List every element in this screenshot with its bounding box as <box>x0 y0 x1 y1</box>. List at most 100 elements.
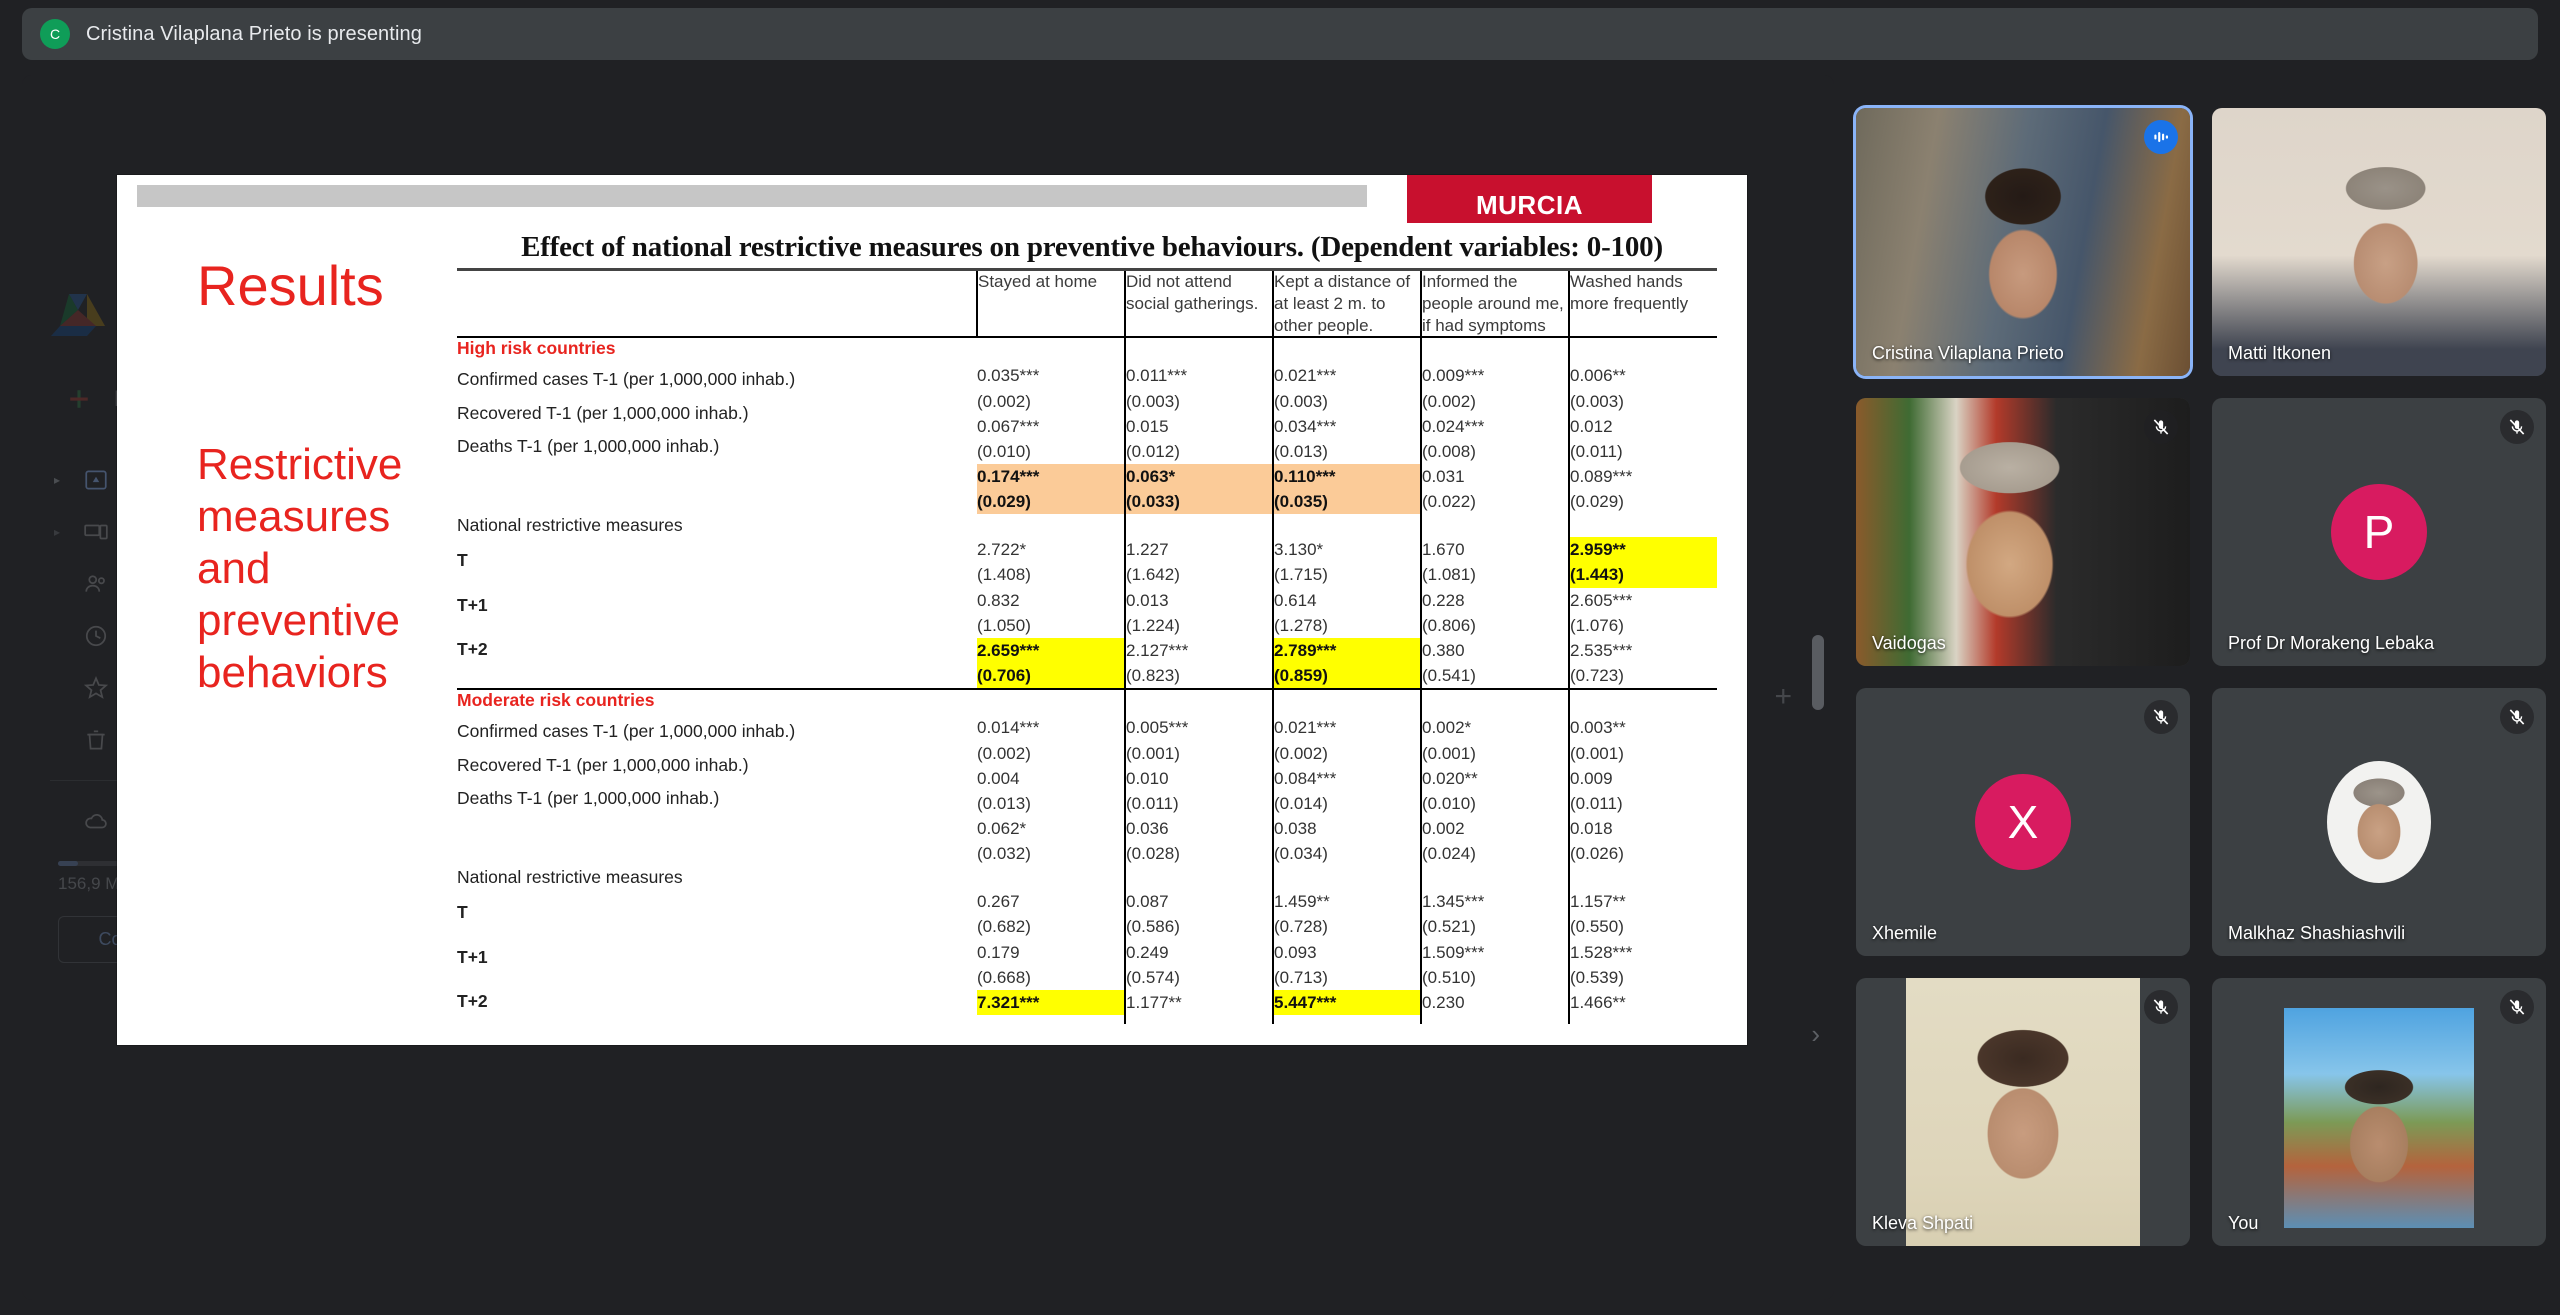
stat-standard-error: (0.003) <box>1126 391 1180 411</box>
chevron-right-icon[interactable]: ▸ <box>54 525 64 539</box>
stat-standard-error: (0.706) <box>977 663 1124 689</box>
stat-value-column: 0.014*** (0.002) 0.004 (0.013) 0.062* (0.032) <box>977 715 1125 866</box>
stat-standard-error: (0.034) <box>1274 844 1328 864</box>
stat-standard-error: (0.001) <box>1126 743 1180 763</box>
stat-standard-error: (0.586) <box>1126 917 1180 937</box>
slide-left-column: Results Restrictive measures and prevent… <box>197 253 437 699</box>
stat-standard-error: (0.806) <box>1422 615 1476 635</box>
participant-tile[interactable]: Kleva Shpati <box>1856 978 2190 1246</box>
stat-coefficient: 7.321*** <box>977 989 1124 1016</box>
column-header-0: Stayed at home <box>976 268 1125 339</box>
stat-row-labels: Confirmed cases T-1 (per 1,000,000 inhab… <box>457 363 977 514</box>
participant-tile[interactable]: X Xhemile <box>1856 688 2190 956</box>
participant-grid: Cristina Vilaplana Prieto Matti Itkonen Va… <box>1856 108 2546 1268</box>
stat-coefficient: 0.832 <box>977 590 1020 610</box>
plus-icon <box>70 390 88 408</box>
stat-measure-column: 1.227 (1.642) 0.013 (1.224) 2.127*** (0.823) <box>1124 514 1273 691</box>
stat-measures-row: National restrictive measures T T+1 T+2 0.2… <box>457 866 1717 1024</box>
stat-measure-column: 1.345*** (0.521) 1.509*** (0.510) 0.230 <box>1420 866 1569 1024</box>
stat-standard-error: (0.521) <box>1422 917 1476 937</box>
participant-tile[interactable]: P Prof Dr Morakeng Lebaka <box>2212 398 2546 666</box>
stat-coefficient: 0.249 <box>1126 942 1169 962</box>
stat-measures-labels: National restrictive measures T T+1 T+2 <box>457 866 977 1024</box>
stat-row-label: Deaths T-1 (per 1,000,000 inhab.) <box>457 787 720 808</box>
stat-measures-heading: National restrictive measures <box>457 867 683 888</box>
stat-coefficient: 0.013 <box>1126 590 1169 610</box>
stat-standard-error: (0.550) <box>1570 917 1624 937</box>
participant-tile[interactable]: Vaidogas <box>1856 398 2190 666</box>
participant-row: Vaidogas P Prof Dr Morakeng Lebaka <box>1856 398 2546 666</box>
participant-video <box>1906 978 2140 1246</box>
chevron-right-icon[interactable]: ▸ <box>54 473 64 487</box>
stat-group-spacer <box>1124 689 1273 716</box>
stat-row-label: Recovered T-1 (per 1,000,000 inhab.) <box>457 754 749 775</box>
stat-measure-spacer <box>1126 514 1272 537</box>
stat-table-header-row: Stayed at home Did not attend social gat… <box>457 268 1717 339</box>
stat-coefficient: 0.174*** <box>977 464 1124 490</box>
stat-coefficient: 2.959** <box>1570 537 1717 563</box>
participant-name: Malkhaz Shashiashvili <box>2228 923 2406 943</box>
stat-standard-error: (0.728) <box>1274 917 1328 937</box>
participant-tile[interactable]: Cristina Vilaplana Prieto <box>1856 108 2190 376</box>
stat-coefficient: 0.021*** <box>1274 718 1337 738</box>
participant-tile[interactable]: Matti Itkonen <box>2212 108 2546 376</box>
stat-coefficient: 2.659*** <box>977 637 1124 664</box>
stat-value-column: 0.009*** (0.002) 0.024*** (0.008) 0.031 (0.02… <box>1420 363 1569 515</box>
stat-coefficient: 0.020** <box>1422 768 1478 788</box>
stat-coefficient: 0.062* <box>977 819 1027 838</box>
presenting-label: Cristina Vilaplana Prieto is presenting <box>86 22 422 45</box>
stat-measure-spacer <box>977 514 1124 537</box>
stat-coefficient: 2.127*** <box>1126 640 1189 660</box>
stat-standard-error: (0.723) <box>1570 666 1624 686</box>
stat-group-label: High risk countries <box>457 338 616 359</box>
shared-people-icon <box>82 570 110 598</box>
stat-coefficient: 0.035*** <box>977 366 1040 386</box>
shared-screen-stage[interactable]: Drive Buscar en Drive ? C <box>22 75 1834 1300</box>
stat-coefficient: 0.015 <box>1126 416 1169 436</box>
slide-results-heading: Results <box>197 254 384 317</box>
stat-standard-error: (0.022) <box>1422 492 1476 512</box>
stat-coefficient: 0.009 <box>1570 768 1613 788</box>
stat-standard-error: (0.002) <box>977 391 1031 411</box>
stat-coefficient: 3.130* <box>1274 540 1324 560</box>
next-slide-arrow-icon[interactable]: › <box>1811 1019 1820 1050</box>
stat-group-row: Moderate risk countries <box>457 689 1717 716</box>
stat-standard-error: (0.823) <box>1126 666 1180 686</box>
stat-standard-error: (0.013) <box>1274 441 1328 461</box>
slide-canvas: Results Restrictive measures and prevent… <box>117 223 1747 1045</box>
my-drive-icon <box>82 466 110 494</box>
stat-coefficient: 1.459** <box>1274 892 1330 912</box>
stat-coefficient: 0.002* <box>1422 718 1472 738</box>
stat-coefficient: 0.036 <box>1126 819 1169 838</box>
stat-standard-error: (1.408) <box>977 565 1031 585</box>
stat-measure-spacer <box>1422 514 1568 537</box>
stat-coefficient: 0.004 <box>977 768 1020 788</box>
add-panel-icon[interactable]: + <box>1774 680 1792 714</box>
stat-coefficient: 1.157** <box>1570 892 1626 912</box>
presenting-banner: C Cristina Vilaplana Prieto is presentin… <box>22 8 2538 60</box>
stat-value-column: 0.002* (0.001) 0.020** (0.010) 0.002 (0.024) <box>1420 715 1569 867</box>
stat-coefficient: 0.011*** <box>1126 366 1188 386</box>
stat-measure-column: 0.087 (0.586) 0.249 (0.574) 1.177** <box>1124 866 1273 1024</box>
participant-tile[interactable]: You <box>2212 978 2546 1246</box>
stat-coefficient: 0.034*** <box>1274 416 1337 436</box>
stat-coefficient: 5.447*** <box>1274 989 1420 1016</box>
shared-window: Drive Buscar en Drive ? C <box>22 75 1834 1140</box>
stat-measure-spacer <box>1274 866 1420 889</box>
stat-standard-error: (0.028) <box>1126 844 1180 864</box>
stat-value-column: 0.011*** (0.003) 0.015 (0.012) 0.063* (0.033) <box>1124 363 1273 515</box>
stat-standard-error: (0.002) <box>1274 743 1328 763</box>
stat-standard-error: (0.859) <box>1274 663 1420 689</box>
stat-group-spacer <box>977 689 1125 715</box>
presentation-slide: MURCIA Results Restrictive measures and … <box>117 175 1747 1045</box>
stat-measure-label: T+2 <box>457 991 488 1012</box>
stat-coefficient: 0.021*** <box>1274 366 1337 386</box>
stat-standard-error: (0.713) <box>1274 967 1328 987</box>
stat-row-label: Confirmed cases T-1 (per 1,000,000 inhab… <box>457 721 796 742</box>
stat-standard-error: (0.574) <box>1126 967 1180 987</box>
stat-group-spacer <box>1124 337 1273 364</box>
participant-tile[interactable]: Malkhaz Shashiashvili <box>2212 688 2546 956</box>
shared-content-scrollbar[interactable] <box>1812 635 1824 710</box>
clock-icon <box>82 622 110 650</box>
mic-muted-badge <box>2500 410 2534 444</box>
